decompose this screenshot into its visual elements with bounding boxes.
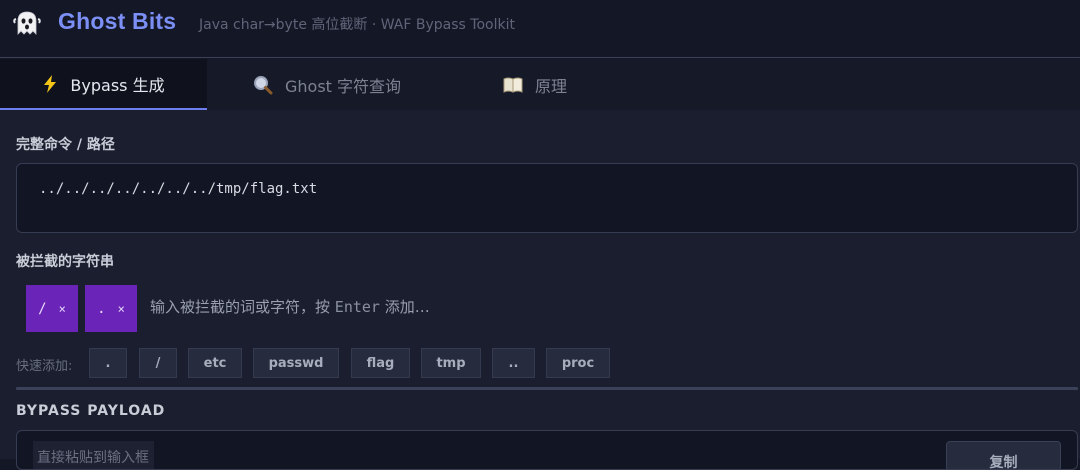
command-label: 完整命令 / 路径	[16, 137, 115, 153]
tab-bar: Bypass 生成 Ghost 字符查询 原理	[0, 59, 1080, 110]
app-subtitle: Java char→byte 高位截断 · WAF Bypass Toolkit	[199, 17, 515, 33]
quick-add-button[interactable]: proc	[546, 348, 610, 378]
input-placeholder-suffix: 添加…	[384, 298, 430, 316]
tab-bypass[interactable]: Bypass 生成	[0, 59, 207, 110]
payload-output: 直接粘贴到输入框 复制	[16, 430, 1078, 470]
quick-add-button[interactable]: tmp	[421, 348, 481, 378]
command-input[interactable]: ../../../../../../../tmp/flag.txt	[16, 163, 1078, 233]
quick-add-button[interactable]: flag	[351, 348, 410, 378]
input-placeholder-key: Enter	[334, 298, 380, 316]
payload-label: BYPASS PAYLOAD	[16, 403, 166, 419]
blocked-chip: / ×	[26, 285, 78, 332]
chip-text: /	[38, 300, 47, 317]
app-title: Ghost Bits	[58, 8, 177, 34]
remove-chip-icon[interactable]: ×	[118, 302, 125, 316]
copy-button[interactable]: 复制	[946, 441, 1061, 469]
quick-add-label: 快速添加:	[16, 359, 73, 374]
remove-chip-icon[interactable]: ×	[59, 302, 66, 316]
quick-add-button[interactable]: .	[89, 348, 127, 378]
tab-ghost-lookup[interactable]: Ghost 字符查询	[232, 59, 422, 110]
book-icon	[503, 77, 523, 93]
tab-bypass-label: Bypass 生成	[70, 75, 165, 95]
ghost-icon	[13, 11, 41, 35]
blocked-word-input[interactable]: 输入被拦截的词或字符，按 Enter 添加…	[150, 296, 430, 317]
quick-add-button[interactable]: passwd	[253, 348, 339, 378]
tab-principle-label: 原理	[534, 76, 567, 96]
app-header: Ghost Bits Java char→byte 高位截断 · WAF Byp…	[0, 0, 1080, 58]
payload-hint: 直接粘贴到输入框	[33, 441, 154, 469]
tab-ghost-lookup-label: Ghost 字符查询	[284, 76, 402, 96]
blocked-label: 被拦截的字符串	[16, 254, 114, 270]
tab-principle[interactable]: 原理	[480, 59, 590, 110]
section-divider	[16, 387, 1078, 390]
input-placeholder-prefix: 输入被拦截的词或字符，按	[150, 298, 331, 316]
chip-text: .	[97, 300, 106, 317]
bypass-panel: 完整命令 / 路径 ../../../../../../../tmp/flag.…	[0, 110, 1080, 470]
quick-add-button[interactable]: ..	[492, 348, 535, 378]
quick-add-button[interactable]: /	[139, 348, 177, 378]
blocked-chip: . ×	[85, 285, 137, 332]
magnifier-icon	[253, 75, 273, 95]
lightning-icon	[42, 74, 58, 93]
quick-add-button[interactable]: etc	[188, 348, 242, 378]
